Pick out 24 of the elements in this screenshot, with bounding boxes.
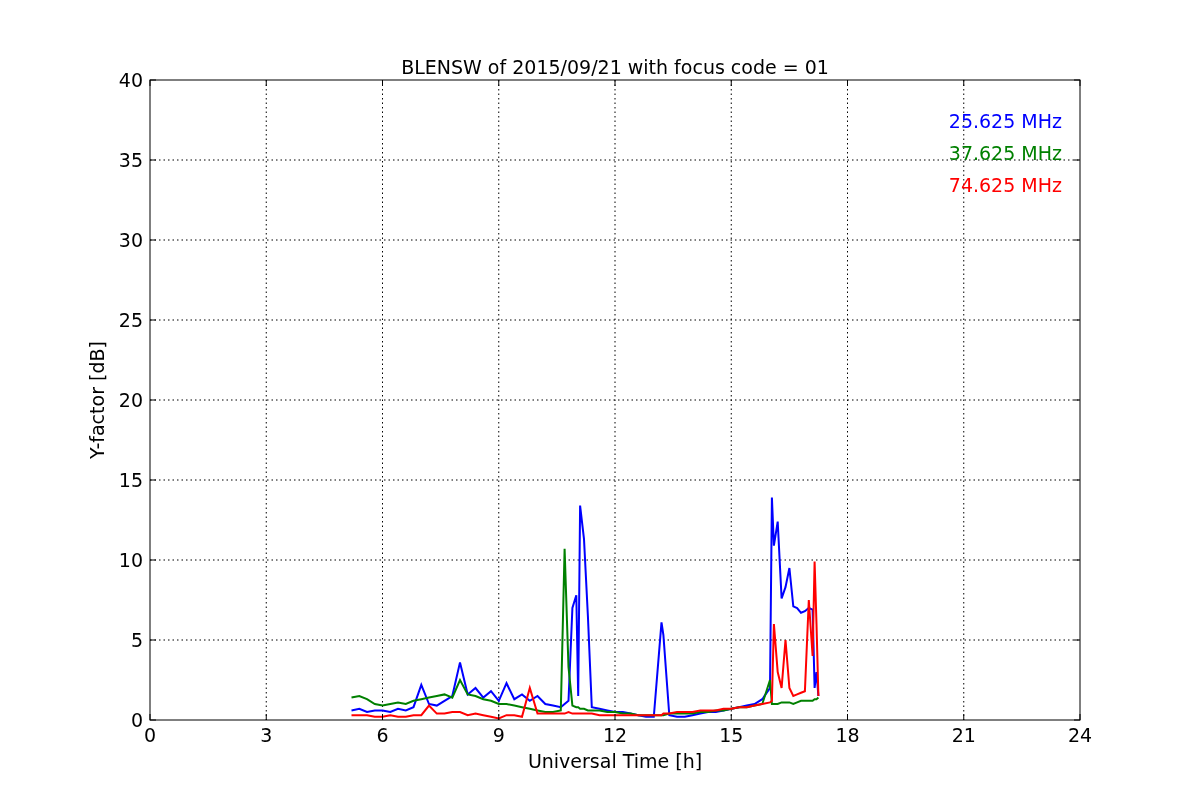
x-tick-label: 6	[376, 724, 389, 746]
legend-label: 74.625 MHz	[948, 174, 1062, 196]
x-tick-label: 24	[1067, 724, 1093, 746]
y-tick-label: 0	[130, 709, 143, 731]
x-tick-label: 3	[260, 724, 273, 746]
x-axis-label: Universal Time [h]	[527, 750, 703, 772]
x-tick-label: 12	[602, 724, 628, 746]
legend-label: 25.625 MHz	[948, 110, 1062, 132]
y-tick-label: 30	[118, 229, 143, 251]
y-tick-label: 20	[118, 389, 143, 411]
y-tick-label: 5	[130, 629, 143, 651]
x-tick-label: 18	[835, 724, 860, 746]
y-tick-label: 40	[118, 69, 143, 91]
x-tick-label: 15	[719, 724, 744, 746]
y-tick-label: 35	[118, 149, 143, 171]
x-tick-label: 0	[143, 724, 157, 746]
y-tick-label: 10	[118, 549, 143, 571]
legend-label: 37.625 MHz	[948, 142, 1062, 164]
y-axis-label: Y-factor [dB]	[86, 341, 108, 459]
y-tick-label: 25	[118, 309, 143, 331]
y-tick-label: 15	[118, 469, 143, 491]
x-tick-label: 21	[951, 724, 976, 746]
x-tick-label: 9	[492, 724, 505, 746]
chart-title: BLENSW of 2015/09/21 with focus code = 01	[401, 56, 829, 78]
